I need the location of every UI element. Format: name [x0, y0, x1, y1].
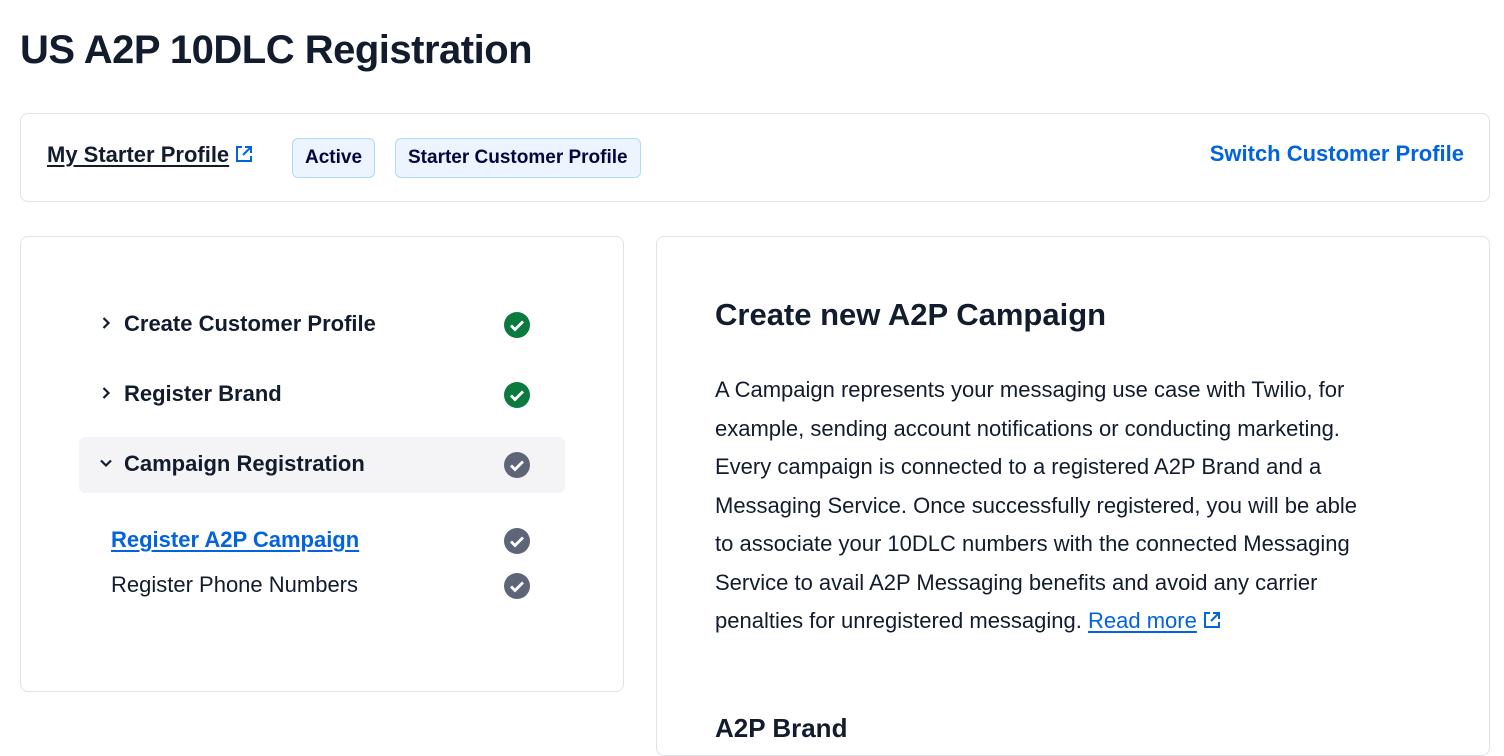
external-link-icon [1203, 612, 1220, 629]
profile-name: My Starter Profile [47, 142, 230, 167]
check-circle-success-icon [504, 312, 530, 338]
registration-steps-panel: Create Customer Profile Register Brand C… [20, 236, 624, 692]
check-circle-neutral-icon [504, 573, 530, 599]
step-create-customer-profile[interactable]: Create Customer Profile [79, 297, 565, 353]
chevron-right-icon [102, 317, 111, 329]
my-starter-profile-link[interactable]: My Starter Profile [47, 142, 253, 168]
page-title: US A2P 10DLC Registration [20, 28, 533, 72]
switch-customer-profile-link[interactable]: Switch Customer Profile [1210, 141, 1464, 167]
content-title: Create new A2P Campaign [715, 297, 1107, 332]
check-circle-neutral-icon [504, 528, 530, 554]
step-campaign-registration[interactable]: Campaign Registration [79, 437, 565, 493]
description-text: A Campaign represents your messaging use… [715, 377, 1357, 633]
read-more-label: Read more [1088, 608, 1197, 633]
customer-profile-bar: My Starter Profile Active Starter Custom… [20, 113, 1490, 202]
a2p-brand-heading: A2P Brand [715, 713, 848, 743]
substep-register-phone-numbers: Register Phone Numbers [111, 568, 565, 604]
step-label: Campaign Registration [124, 451, 365, 476]
content-description: A Campaign represents your messaging use… [715, 371, 1365, 641]
step-register-brand[interactable]: Register Brand [79, 367, 565, 423]
step-label: Register Brand [124, 381, 282, 406]
check-circle-success-icon [504, 382, 530, 408]
status-badge: Active [292, 138, 376, 178]
register-phone-numbers-label: Register Phone Numbers [111, 572, 359, 597]
register-a2p-campaign-link[interactable]: Register A2P Campaign [111, 527, 359, 553]
external-link-icon [236, 146, 253, 163]
step-label: Create Customer Profile [124, 311, 376, 336]
campaign-content-panel: Create new A2P Campaign A Campaign repre… [656, 236, 1490, 756]
check-circle-neutral-icon [504, 452, 530, 478]
chevron-right-icon [102, 387, 111, 399]
profile-type-badge: Starter Customer Profile [395, 138, 641, 178]
chevron-down-icon [100, 459, 112, 468]
read-more-link[interactable]: Read more [1088, 608, 1221, 633]
substep-register-a2p-campaign: Register A2P Campaign [111, 523, 565, 559]
